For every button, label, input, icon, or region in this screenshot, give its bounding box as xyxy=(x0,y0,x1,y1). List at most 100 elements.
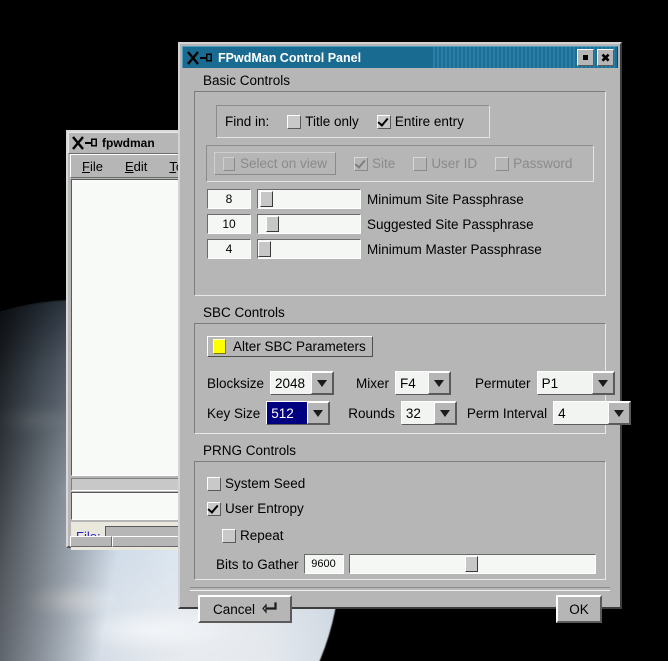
x-window-icon xyxy=(72,136,98,150)
chevron-down-icon[interactable] xyxy=(608,402,631,424)
sbc-row-2: Key Size 512 Rounds 32 Perm Interval 4 xyxy=(207,401,632,425)
checkbox-label: User Entropy xyxy=(225,501,304,516)
fpwdman-entry-list[interactable] xyxy=(71,179,181,476)
chevron-down-icon[interactable] xyxy=(311,372,334,394)
scale-label: Suggested Site Passphrase xyxy=(367,216,534,232)
checkbox-box xyxy=(207,501,221,516)
bits-to-gather-trough[interactable] xyxy=(348,554,596,574)
screen: fpwdman File Edit Too File: xyxy=(0,0,668,661)
checkbox-box xyxy=(222,528,236,543)
alter-sbc-parameters-toggle[interactable]: Alter SBC Parameters xyxy=(207,336,373,357)
titlebar-content: FPwdMan Control Panel xyxy=(183,51,361,65)
checkbox-box xyxy=(287,114,302,129)
scale-thumb[interactable] xyxy=(260,191,273,207)
blocksize-value: 2048 xyxy=(271,372,312,394)
scale-thumb[interactable] xyxy=(266,216,279,232)
minimize-button[interactable] xyxy=(577,49,594,66)
perm-interval-dropdown[interactable]: 4 xyxy=(553,401,632,425)
checkbox-box xyxy=(207,476,221,491)
scale-trough[interactable] xyxy=(257,189,361,209)
fpwdman-secondary-field[interactable] xyxy=(71,492,181,520)
checkbox-system-seed[interactable]: System Seed xyxy=(207,476,305,491)
dialog-titlebar[interactable]: FPwdMan Control Panel ✖ xyxy=(182,46,618,69)
toggle-indicator xyxy=(223,156,235,171)
button-separator xyxy=(190,587,610,591)
scale-value[interactable]: 10 xyxy=(207,214,251,234)
bits-to-gather-label: Bits to Gather xyxy=(216,556,299,572)
menu-item-edit[interactable]: Edit xyxy=(114,158,158,175)
sbc-controls-label: SBC Controls xyxy=(200,305,288,320)
checkbox-repeat[interactable]: Repeat xyxy=(222,528,284,543)
find-in-group: Find in: Title only Entire entry xyxy=(216,105,490,138)
checkbox-entire-entry[interactable]: Entire entry xyxy=(376,114,464,129)
rounds-value: 32 xyxy=(401,402,434,424)
mixer-value: F4 xyxy=(396,372,429,394)
select-on-view-group: Select on view Site User ID Password xyxy=(206,145,594,182)
fpwdman-horizontal-scrollbar[interactable] xyxy=(71,478,181,491)
scale-minimum-master-passphrase[interactable]: 4 Minimum Master Passphrase xyxy=(207,239,542,259)
fpwdman-menubar[interactable]: File Edit Too xyxy=(70,154,182,178)
menu-item-file[interactable]: File xyxy=(71,158,114,175)
fpwdman-titlebar[interactable]: fpwdman xyxy=(68,132,184,154)
scale-value[interactable]: 8 xyxy=(207,189,251,209)
fpwdman-control-panel-dialog[interactable]: FPwdMan Control Panel ✖ Basic Controls F… xyxy=(178,42,632,623)
toggle-indicator xyxy=(213,339,226,354)
checkbox-user-entropy[interactable]: User Entropy xyxy=(207,501,304,516)
chevron-down-icon[interactable] xyxy=(591,372,614,394)
fpwdman-window[interactable]: fpwdman File Edit Too File: xyxy=(66,130,186,550)
cancel-label: Cancel xyxy=(212,601,256,617)
scale-thumb[interactable] xyxy=(258,241,271,257)
mixer-dropdown[interactable]: F4 xyxy=(395,371,452,395)
bits-to-gather-thumb[interactable] xyxy=(464,556,478,572)
key-size-value: 512 xyxy=(267,402,308,424)
titlebar-buttons: ✖ xyxy=(577,49,614,66)
checkbox-label: System Seed xyxy=(225,476,306,491)
rounds-dropdown[interactable]: 32 xyxy=(400,401,457,425)
chevron-down-icon[interactable] xyxy=(307,402,330,424)
basic-controls-frame: Basic Controls Find in: Title only Entir… xyxy=(194,73,606,296)
scale-suggested-site-passphrase[interactable]: 10 Suggested Site Passphrase xyxy=(207,214,534,234)
permuter-label: Permuter xyxy=(475,375,531,391)
return-arrow-icon xyxy=(262,601,277,617)
scale-label: Minimum Site Passphrase xyxy=(367,191,524,207)
checkbox-user-id: User ID xyxy=(413,156,477,171)
chevron-down-icon[interactable] xyxy=(428,372,451,394)
dialog-title: FPwdMan Control Panel xyxy=(218,50,362,65)
ok-label: OK xyxy=(569,601,589,617)
status-segment-left xyxy=(70,536,112,547)
ok-button[interactable]: OK xyxy=(556,595,602,623)
minimize-icon xyxy=(583,55,588,60)
scale-value[interactable]: 4 xyxy=(207,239,251,259)
chevron-down-icon[interactable] xyxy=(433,402,456,424)
scale-trough[interactable] xyxy=(257,214,361,234)
key-size-dropdown[interactable]: 512 xyxy=(266,401,331,425)
prng-controls-label: PRNG Controls xyxy=(200,443,300,458)
perm-interval-label: Perm Interval xyxy=(466,405,548,421)
checkbox-title-only[interactable]: Title only xyxy=(287,114,359,129)
checkbox-label: Title only xyxy=(305,114,359,129)
checkbox-box xyxy=(354,156,369,171)
bits-to-gather-value[interactable]: 9600 xyxy=(303,554,344,574)
checkbox-label: Entire entry xyxy=(394,114,464,129)
checkbox-label: Password xyxy=(513,156,573,171)
scale-minimum-site-passphrase[interactable]: 8 Minimum Site Passphrase xyxy=(207,189,524,209)
x-window-icon xyxy=(187,50,213,65)
cancel-button[interactable]: Cancel xyxy=(198,595,292,623)
fpwdman-status-bar xyxy=(70,536,184,547)
close-icon: ✖ xyxy=(600,50,611,65)
find-in-label: Find in: xyxy=(225,114,270,129)
close-button[interactable]: ✖ xyxy=(597,49,614,66)
checkbox-box xyxy=(413,156,428,171)
rounds-label: Rounds xyxy=(348,405,395,421)
blocksize-label: Blocksize xyxy=(207,375,265,391)
blocksize-dropdown[interactable]: 2048 xyxy=(270,371,335,395)
sbc-row-1: Blocksize 2048 Mixer F4 Permuter P1 xyxy=(207,371,615,395)
permuter-value: P1 xyxy=(537,372,592,394)
scale-trough[interactable] xyxy=(257,239,361,259)
permuter-dropdown[interactable]: P1 xyxy=(536,371,615,395)
sbc-controls-frame: SBC Controls Alter SBC Parameters Blocks… xyxy=(194,305,632,434)
mixer-label: Mixer xyxy=(356,375,390,391)
checkbox-site: Site xyxy=(354,156,395,171)
scale-label: Minimum Master Passphrase xyxy=(367,241,542,257)
checkbox-box xyxy=(376,114,391,129)
